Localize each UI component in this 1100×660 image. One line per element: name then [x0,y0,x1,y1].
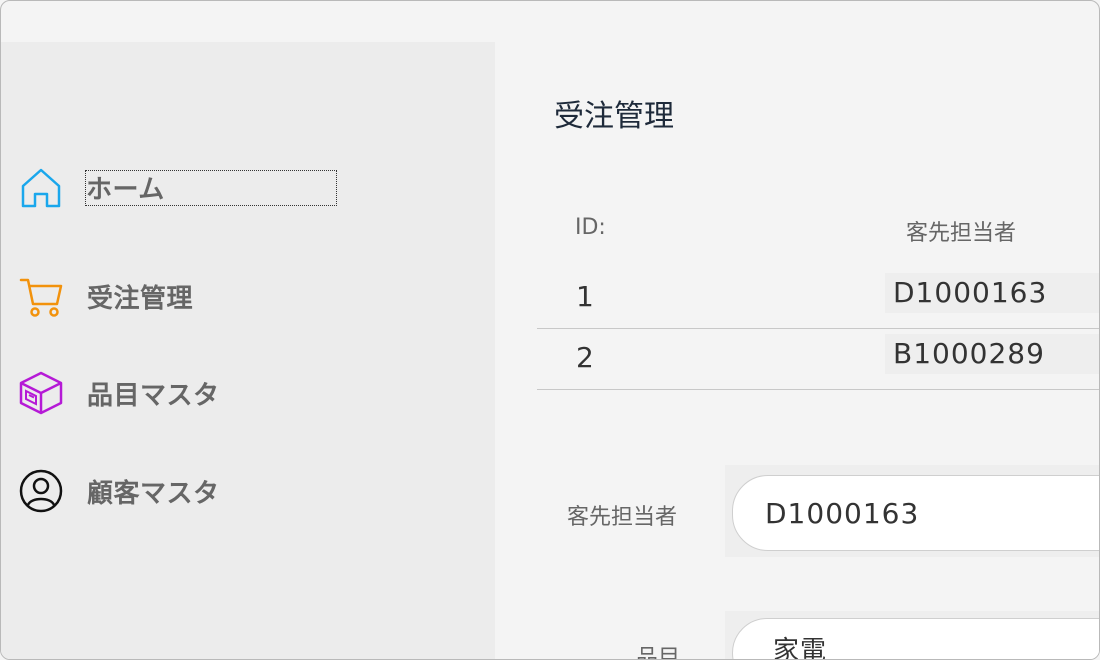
sidebar-item-customer-master[interactable]: 顧客マスタ [17,466,347,516]
customer-field[interactable]: D1000163 [732,475,1099,551]
sidebar-item-orders[interactable]: 受注管理 [17,271,347,321]
sidebar-item-label: ホーム [85,170,337,206]
box-icon [17,369,65,417]
sidebar-item-label: 品目マスタ [87,380,220,411]
person-icon [17,467,65,515]
customer-field-label: 客先担当者 [567,505,678,530]
column-header-id: ID: [575,215,606,240]
table-row[interactable]: 2 B1000289 [537,329,1099,390]
row-id: 2 [576,341,594,374]
item-field-label: 品目 [636,646,681,660]
sidebar-item-home[interactable]: ホーム [17,163,347,213]
column-header-customer: 客先担当者 [906,221,1017,246]
sidebar-item-item-master[interactable]: 品目マスタ [17,368,347,418]
row-id: 1 [576,280,594,313]
item-field[interactable]: 家電 [732,618,1099,659]
cart-icon [17,272,65,320]
row-customer: D1000163 [885,273,1099,313]
main-panel: 受注管理 ID: 客先担当者 1 D1000163 2 B1000289 客先担… [531,73,1099,659]
row-customer: B1000289 [885,334,1099,374]
sidebar: ホーム 受注管理 品目マスタ 顧客マスタ [1,42,495,659]
table-row[interactable]: 1 D1000163 [537,268,1099,329]
sidebar-item-label: 受注管理 [87,283,194,314]
sidebar-item-label: 顧客マスタ [87,478,220,509]
app-window: ホーム 受注管理 品目マスタ 顧客マスタ 受注管理 ID: 客先担当者 1 D1… [0,0,1100,660]
home-icon [17,164,65,212]
page-title: 受注管理 [554,99,674,134]
